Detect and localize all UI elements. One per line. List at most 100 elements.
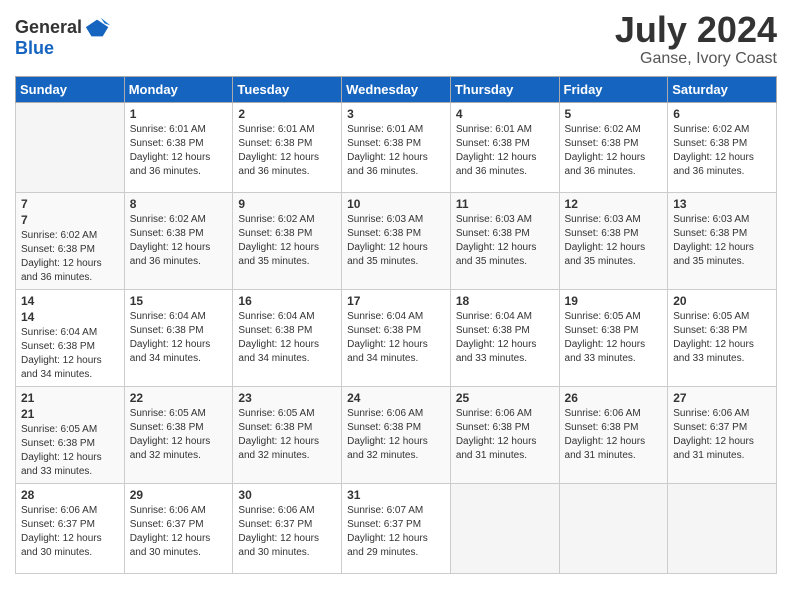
day-number: 4	[456, 107, 554, 121]
calendar-cell: 11 Sunrise: 6:03 AM Sunset: 6:38 PM Dayli…	[450, 192, 559, 289]
day-info: Sunrise: 6:06 AM Sunset: 6:37 PM Dayligh…	[21, 504, 119, 560]
calendar-cell: 18 Sunrise: 6:04 AM Sunset: 6:38 PM Dayli…	[450, 289, 559, 386]
day-info: Sunrise: 6:02 AM Sunset: 6:38 PM Dayligh…	[565, 123, 663, 179]
calendar-cell: 23 Sunrise: 6:05 AM Sunset: 6:38 PM Dayli…	[233, 386, 342, 483]
calendar-table: Sunday Monday Tuesday Wednesday Thursday…	[15, 76, 777, 574]
day-info: Sunrise: 6:04 AM Sunset: 6:38 PM Dayligh…	[456, 310, 554, 366]
calendar-cell: 2121Sunrise: 6:05 AM Sunset: 6:38 PM Day…	[16, 386, 125, 483]
day-info: Sunrise: 6:03 AM Sunset: 6:38 PM Dayligh…	[456, 213, 554, 269]
day-number: 11	[456, 197, 554, 211]
day-number: 17	[347, 294, 445, 308]
calendar-cell: 4 Sunrise: 6:01 AM Sunset: 6:38 PM Daylig…	[450, 102, 559, 192]
logo: General Blue	[15, 14, 112, 59]
header-row: Sunday Monday Tuesday Wednesday Thursday…	[16, 76, 777, 102]
calendar-page: General Blue July 2024 Ganse, Ivory Coas…	[0, 0, 792, 612]
day-number: 31	[347, 488, 445, 502]
day-number: 14	[21, 294, 119, 308]
calendar-cell: 29Sunrise: 6:06 AM Sunset: 6:37 PM Dayli…	[124, 483, 233, 573]
day-info: Sunrise: 6:06 AM Sunset: 6:37 PM Dayligh…	[238, 504, 336, 560]
calendar-cell: 2 Sunrise: 6:01 AM Sunset: 6:38 PM Daylig…	[233, 102, 342, 192]
month-title: July 2024	[615, 10, 777, 50]
day-number: 24	[347, 391, 445, 405]
calendar-cell: 27Sunrise: 6:06 AM Sunset: 6:37 PM Dayli…	[668, 386, 777, 483]
header-wednesday: Wednesday	[342, 76, 451, 102]
day-info: Sunrise: 6:06 AM Sunset: 6:38 PM Dayligh…	[347, 407, 445, 463]
calendar-cell: 30 Sunrise: 6:06 AM Sunset: 6:37 PM Dayli…	[233, 483, 342, 573]
day-number: 28	[21, 488, 119, 502]
day-info: Sunrise: 6:03 AM Sunset: 6:38 PM Dayligh…	[565, 213, 663, 269]
calendar-cell: 25 Sunrise: 6:06 AM Sunset: 6:38 PM Dayli…	[450, 386, 559, 483]
day-number: 8	[130, 197, 228, 211]
calendar-cell: 31 Sunrise: 6:07 AM Sunset: 6:37 PM Dayli…	[342, 483, 451, 573]
day-number: 27	[673, 391, 771, 405]
calendar-cell	[668, 483, 777, 573]
calendar-cell: 20Sunrise: 6:05 AM Sunset: 6:38 PM Dayli…	[668, 289, 777, 386]
day-info: Sunrise: 6:05 AM Sunset: 6:38 PM Dayligh…	[565, 310, 663, 366]
calendar-cell: 10 Sunrise: 6:03 AM Sunset: 6:38 PM Dayli…	[342, 192, 451, 289]
day-info: Sunrise: 6:02 AM Sunset: 6:38 PM Dayligh…	[673, 123, 771, 179]
day-info: Sunrise: 6:02 AM Sunset: 6:38 PM Dayligh…	[21, 229, 119, 285]
day-number: 7	[21, 197, 119, 211]
calendar-cell: 1 Sunrise: 6:01 AM Sunset: 6:38 PM Daylig…	[124, 102, 233, 192]
calendar-cell: 19 Sunrise: 6:05 AM Sunset: 6:38 PM Dayli…	[559, 289, 668, 386]
day-info: Sunrise: 6:06 AM Sunset: 6:38 PM Dayligh…	[456, 407, 554, 463]
day-number: 21	[21, 391, 119, 405]
calendar-week-5: 28 Sunrise: 6:06 AM Sunset: 6:37 PM Dayli…	[16, 483, 777, 573]
header-tuesday: Tuesday	[233, 76, 342, 102]
header-friday: Friday	[559, 76, 668, 102]
calendar-cell: 26Sunrise: 6:06 AM Sunset: 6:38 PM Dayli…	[559, 386, 668, 483]
day-info: Sunrise: 6:01 AM Sunset: 6:38 PM Dayligh…	[238, 123, 336, 179]
header-sunday: Sunday	[16, 76, 125, 102]
calendar-cell: 13Sunrise: 6:03 AM Sunset: 6:38 PM Dayli…	[668, 192, 777, 289]
calendar-week-4: 2121Sunrise: 6:05 AM Sunset: 6:38 PM Day…	[16, 386, 777, 483]
day-info: Sunrise: 6:01 AM Sunset: 6:38 PM Dayligh…	[456, 123, 554, 179]
calendar-cell: 28 Sunrise: 6:06 AM Sunset: 6:37 PM Dayli…	[16, 483, 125, 573]
day-info: Sunrise: 6:04 AM Sunset: 6:38 PM Dayligh…	[238, 310, 336, 366]
day-info: Sunrise: 6:03 AM Sunset: 6:38 PM Dayligh…	[347, 213, 445, 269]
header-saturday: Saturday	[668, 76, 777, 102]
calendar-cell: 24 Sunrise: 6:06 AM Sunset: 6:38 PM Dayli…	[342, 386, 451, 483]
day-info: Sunrise: 6:04 AM Sunset: 6:38 PM Dayligh…	[347, 310, 445, 366]
day-number: 2	[238, 107, 336, 121]
calendar-cell: 7 7 Sunrise: 6:02 AM Sunset: 6:38 PM Dayli…	[16, 192, 125, 289]
day-number: 22	[130, 391, 228, 405]
calendar-cell: 9 Sunrise: 6:02 AM Sunset: 6:38 PM Daylig…	[233, 192, 342, 289]
day-info: Sunrise: 6:05 AM Sunset: 6:38 PM Dayligh…	[238, 407, 336, 463]
calendar-cell: 5Sunrise: 6:02 AM Sunset: 6:38 PM Daylig…	[559, 102, 668, 192]
day-number: 12	[565, 197, 663, 211]
day-number: 25	[456, 391, 554, 405]
calendar-cell: 15Sunrise: 6:04 AM Sunset: 6:38 PM Dayli…	[124, 289, 233, 386]
calendar-cell	[16, 102, 125, 192]
day-info: Sunrise: 6:06 AM Sunset: 6:38 PM Dayligh…	[565, 407, 663, 463]
day-number: 3	[347, 107, 445, 121]
header-thursday: Thursday	[450, 76, 559, 102]
day-number: 10	[347, 197, 445, 211]
calendar-cell: 8 Sunrise: 6:02 AM Sunset: 6:38 PM Daylig…	[124, 192, 233, 289]
day-info: Sunrise: 6:07 AM Sunset: 6:37 PM Dayligh…	[347, 504, 445, 560]
day-number: 18	[456, 294, 554, 308]
day-number: 9	[238, 197, 336, 211]
title-block: July 2024 Ganse, Ivory Coast	[615, 10, 777, 68]
day-number: 19	[565, 294, 663, 308]
day-info: Sunrise: 6:02 AM Sunset: 6:38 PM Dayligh…	[238, 213, 336, 269]
calendar-cell: 3Sunrise: 6:01 AM Sunset: 6:38 PM Daylig…	[342, 102, 451, 192]
location-title: Ganse, Ivory Coast	[615, 50, 777, 68]
day-info: Sunrise: 6:04 AM Sunset: 6:38 PM Dayligh…	[130, 310, 228, 366]
day-number: 14	[21, 310, 119, 324]
day-number: 1	[130, 107, 228, 121]
calendar-cell: 12 Sunrise: 6:03 AM Sunset: 6:38 PM Dayli…	[559, 192, 668, 289]
calendar-cell	[450, 483, 559, 573]
calendar-week-3: 14 14 Sunrise: 6:04 AM Sunset: 6:38 PM Day…	[16, 289, 777, 386]
day-number: 30	[238, 488, 336, 502]
calendar-cell	[559, 483, 668, 573]
day-info: Sunrise: 6:03 AM Sunset: 6:38 PM Dayligh…	[673, 213, 771, 269]
day-info: Sunrise: 6:01 AM Sunset: 6:38 PM Dayligh…	[130, 123, 228, 179]
day-number: 20	[673, 294, 771, 308]
logo-text: General	[15, 18, 82, 38]
calendar-week-2: 7 7 Sunrise: 6:02 AM Sunset: 6:38 PM Dayli…	[16, 192, 777, 289]
day-info: Sunrise: 6:06 AM Sunset: 6:37 PM Dayligh…	[130, 504, 228, 560]
day-number: 23	[238, 391, 336, 405]
day-number: 16	[238, 294, 336, 308]
day-number: 7	[21, 213, 119, 227]
day-info: Sunrise: 6:02 AM Sunset: 6:38 PM Dayligh…	[130, 213, 228, 269]
